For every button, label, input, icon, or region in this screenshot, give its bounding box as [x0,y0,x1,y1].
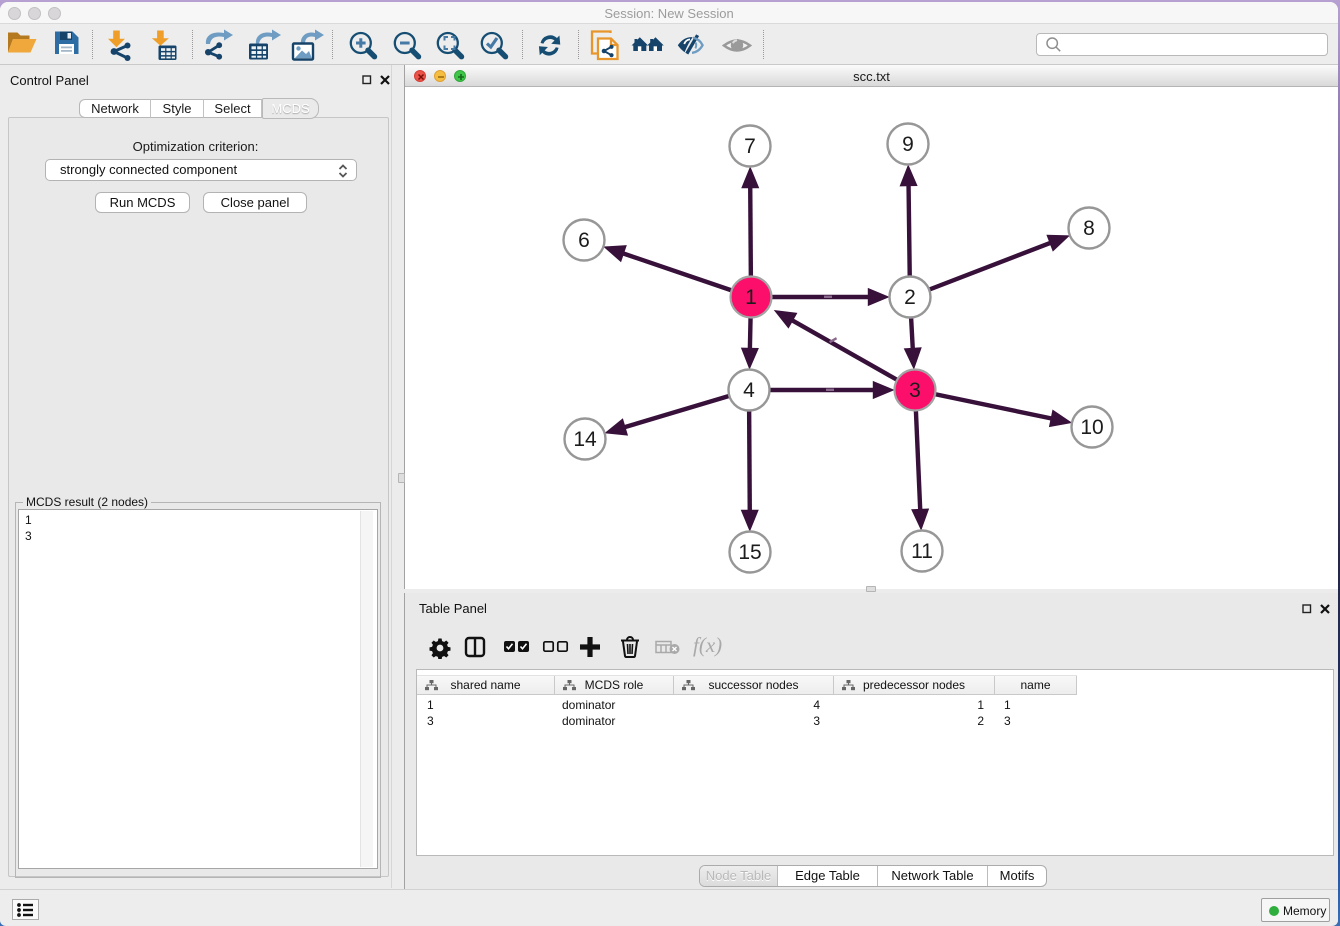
svg-text:7: 7 [744,135,756,158]
svg-text:6: 6 [578,229,590,252]
svg-text:9: 9 [902,133,914,156]
svg-text:11: 11 [911,540,933,563]
svg-text:10: 10 [1080,416,1103,439]
svg-text:8: 8 [1083,217,1095,240]
svg-text:14: 14 [573,428,597,451]
svg-text:3: 3 [909,379,921,402]
svg-text:2: 2 [904,286,916,309]
svg-text:1: 1 [745,286,757,309]
svg-text:15: 15 [738,541,761,564]
svg-text:4: 4 [743,379,755,402]
